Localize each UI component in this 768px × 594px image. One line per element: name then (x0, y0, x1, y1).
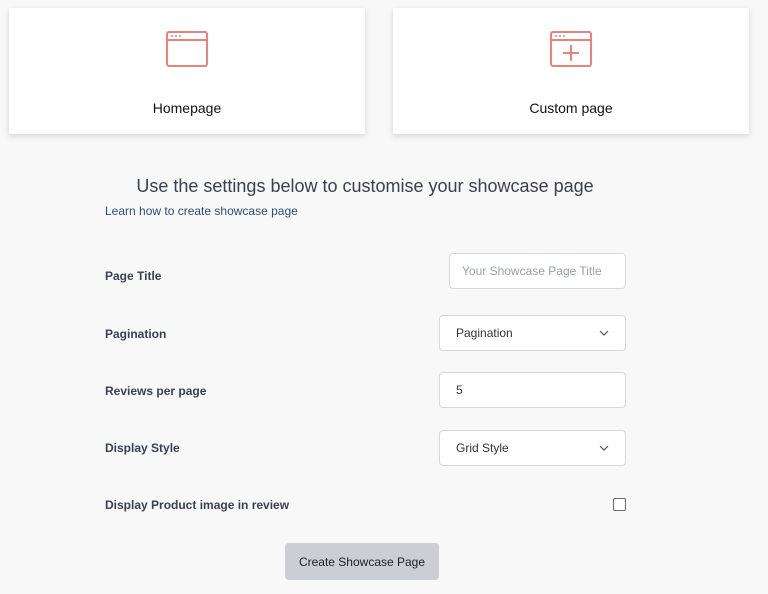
page-title-input[interactable] (462, 264, 613, 278)
pagination-select[interactable]: Pagination (439, 315, 626, 351)
pagination-selected-value: Pagination (456, 326, 513, 340)
chevron-down-icon (599, 445, 609, 451)
browser-window-icon (166, 31, 208, 67)
page-heading: Use the settings below to customise your… (136, 176, 594, 196)
learn-how-link[interactable]: Learn how to create showcase page (105, 204, 298, 218)
reviews-per-page-field (439, 372, 626, 408)
homepage-card-label: Homepage (152, 100, 222, 116)
reviews-per-page-input[interactable] (456, 383, 609, 397)
display-style-selected-value: Grid Style (456, 441, 509, 455)
custom-page-card[interactable]: Custom page (393, 8, 749, 134)
custom-page-card-label: Custom page (529, 100, 613, 116)
chevron-down-icon (599, 330, 609, 336)
display-product-image-checkbox[interactable] (613, 498, 626, 511)
browser-window-plus-icon (550, 31, 592, 67)
create-showcase-page-button[interactable]: Create Showcase Page (285, 543, 439, 580)
page-title-label: Page Title (105, 269, 162, 283)
display-style-label: Display Style (105, 441, 180, 455)
page-title-field (449, 253, 626, 289)
display-style-select[interactable]: Grid Style (439, 430, 626, 466)
reviews-per-page-label: Reviews per page (105, 384, 207, 398)
pagination-label: Pagination (105, 327, 167, 341)
display-product-image-label: Display Product image in review (105, 498, 290, 512)
homepage-card[interactable]: Homepage (9, 8, 365, 134)
